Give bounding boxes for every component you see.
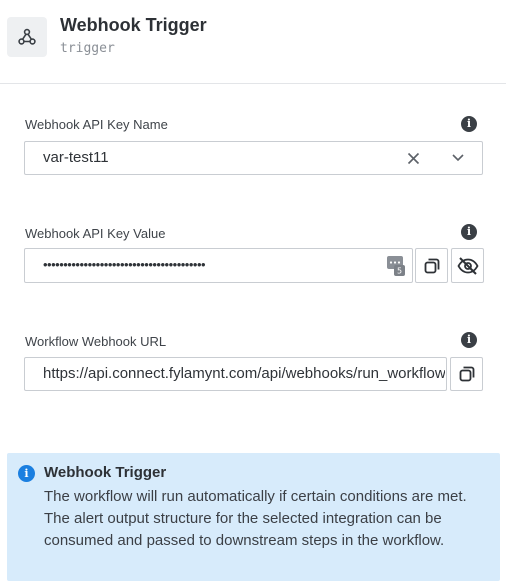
node-type: trigger xyxy=(60,41,115,56)
webhook-icon xyxy=(7,17,47,57)
node-header: Webhook Trigger trigger xyxy=(0,0,506,84)
copy-key-button[interactable] xyxy=(415,248,448,283)
clear-icon[interactable] xyxy=(407,152,420,165)
key-value-info-icon[interactable]: i xyxy=(461,224,477,240)
key-name-label: Webhook API Key Name xyxy=(25,117,168,132)
info-banner: i Webhook Trigger The workflow will run … xyxy=(7,453,500,581)
eye-off-icon xyxy=(456,256,479,275)
key-value-masked: •••••••••••••••••••••••••••••••••••••••• xyxy=(43,257,206,272)
key-name-info-icon[interactable]: i xyxy=(461,116,477,132)
key-value-label: Webhook API Key Value xyxy=(25,226,166,241)
webhook-url-input[interactable]: https://api.connect.fylamynt.com/api/web… xyxy=(24,357,447,391)
webhook-url-info-icon[interactable]: i xyxy=(461,332,477,348)
banner-body: The workflow will run automatically if c… xyxy=(44,488,467,549)
chevron-down-icon[interactable] xyxy=(452,154,464,162)
copy-url-button[interactable] xyxy=(450,357,483,391)
svg-text:5: 5 xyxy=(397,267,402,276)
copy-icon xyxy=(424,258,439,273)
node-title: Webhook Trigger xyxy=(60,15,207,35)
info-icon: i xyxy=(18,465,35,482)
key-value-input[interactable]: ••••••••••••••••••••••••••••••••••••••••… xyxy=(24,248,413,283)
key-name-value: var-test11 xyxy=(43,149,109,166)
webhook-url-label: Workflow Webhook URL xyxy=(25,334,167,349)
toggle-visibility-button[interactable] xyxy=(451,248,484,283)
password-manager-icon[interactable]: 5 xyxy=(387,256,405,276)
banner-title: Webhook Trigger xyxy=(44,464,167,481)
key-name-select[interactable]: var-test11 xyxy=(24,141,483,175)
copy-icon xyxy=(459,366,474,382)
webhook-url-value: https://api.connect.fylamynt.com/api/web… xyxy=(43,365,445,382)
